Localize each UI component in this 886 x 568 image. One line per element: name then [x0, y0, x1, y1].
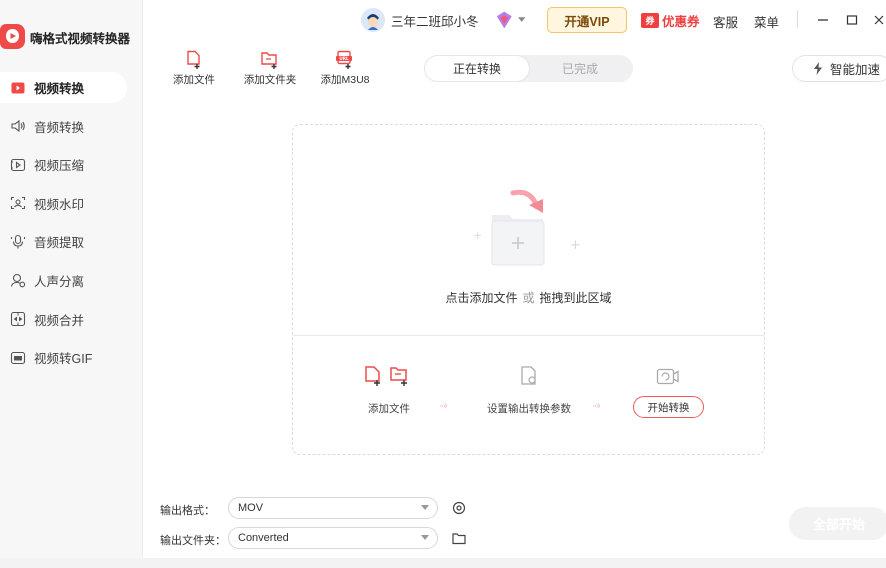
step-add-icons: [363, 365, 411, 387]
status-tabs: 正在转换 已完成: [424, 55, 633, 82]
drop-hint-or: 或: [522, 291, 535, 305]
output-folder-select[interactable]: Converted: [228, 527, 438, 549]
sidebar-item-label: 音频提取: [34, 236, 85, 251]
sidebar-item-audio-convert[interactable]: 音频转换: [0, 111, 143, 142]
add-file-button[interactable]: 添加文件: [164, 50, 224, 87]
title-bar: 三年二班邱小冬 开通VIP 券 优惠券 客服 菜单: [143, 0, 886, 40]
step-settings-label: 设置输出转换参数: [487, 403, 571, 415]
add-m3u8-label: 添加M3U8: [320, 74, 370, 86]
coupon-label: 优惠券: [662, 15, 700, 29]
settings-file-icon: [521, 366, 536, 385]
sidebar-item-video-compress[interactable]: 视频压缩: [0, 149, 143, 180]
smart-accelerate-label: 智能加速: [830, 63, 881, 77]
user-name: 三年二班邱小冬: [391, 14, 479, 29]
add-folder-button[interactable]: 添加文件夹: [240, 50, 300, 87]
maximize-button[interactable]: [842, 10, 862, 30]
drop-hint-click: 点击添加文件: [445, 291, 518, 305]
sidebar-item-video-convert[interactable]: 视频转换: [0, 72, 127, 103]
sidebar-item-label: 视频压缩: [34, 159, 85, 174]
close-button[interactable]: [869, 10, 886, 30]
vip-diamond-icon: [496, 11, 512, 29]
add-file-icon: [365, 366, 380, 386]
sidebar-item-label: 视频转GIF: [34, 352, 93, 367]
minimize-button[interactable]: [813, 10, 833, 30]
format-settings-button[interactable]: [451, 500, 467, 516]
chevron-down-icon: [517, 17, 525, 22]
coupon-button[interactable]: 券 优惠券: [641, 11, 700, 30]
add-folder-icon: [390, 367, 407, 386]
audio-convert-icon: [10, 118, 26, 134]
open-folder-button[interactable]: [451, 530, 467, 546]
sidebar-item-audio-extract[interactable]: 音频提取: [0, 226, 143, 257]
open-vip-button[interactable]: 开通VIP: [547, 7, 627, 33]
sidebar-item-video-watermark[interactable]: 视频水印: [0, 188, 143, 219]
output-format-label: 输出格式：: [160, 505, 215, 517]
sidebar-item-label: 人声分离: [34, 274, 85, 289]
bottom-strip: [0, 558, 886, 568]
step-arrow-2: ···›: [592, 400, 601, 412]
sidebar-item-video-merge[interactable]: 视频合并: [0, 304, 143, 335]
lightning-icon: [814, 62, 822, 75]
smart-accelerate-button[interactable]: 智能加速: [792, 55, 886, 82]
start-convert-button[interactable]: 开始转换: [633, 396, 704, 418]
video-convert-icon: [10, 80, 26, 96]
m3u8-badge: URL: [339, 56, 349, 61]
app-logo-icon: [0, 24, 25, 49]
output-format-select[interactable]: MOV: [228, 497, 438, 519]
menu-link[interactable]: 菜单: [754, 12, 779, 31]
start-all-button[interactable]: 全部开始: [789, 507, 886, 540]
add-m3u8-icon: URL: [336, 50, 352, 69]
folder-icon: [452, 532, 466, 544]
service-link[interactable]: 客服: [713, 12, 738, 31]
chevron-down-icon: [421, 505, 429, 510]
chevron-down-icon: [421, 535, 429, 540]
drop-hint-drag: 拖拽到此区域: [539, 291, 612, 305]
video-gif-icon: [10, 350, 26, 366]
file-drop-zone[interactable]: + + 点击添加文件或拖拽到此区域 添加文件 ···› 设置输出转换参数 ···…: [292, 124, 765, 455]
close-icon: [874, 15, 884, 25]
add-folder-label: 添加文件夹: [243, 74, 297, 86]
add-file-label: 添加文件: [173, 74, 215, 86]
voice-separate-icon: [10, 272, 26, 288]
sidebar-item-label: 音频转换: [34, 120, 85, 135]
title-separator: [797, 10, 798, 28]
convert-video-icon: [656, 368, 679, 385]
sidebar-item-label: 视频合并: [34, 313, 85, 328]
output-folder-label: 输出文件夹：: [160, 535, 226, 547]
video-watermark-icon: [10, 195, 26, 211]
vip-level-badge[interactable]: [495, 8, 525, 32]
output-folder-value: Converted: [238, 532, 289, 544]
add-m3u8-button[interactable]: URL 添加M3U8: [315, 50, 375, 87]
maximize-icon: [846, 15, 858, 25]
svg-text:+: +: [570, 238, 581, 253]
video-merge-icon: [10, 311, 26, 327]
step-add-file-label: 添加文件: [368, 403, 410, 415]
add-folder-icon: [261, 52, 277, 69]
minimize-icon: [818, 19, 828, 21]
drop-folder-illustration[interactable]: + +: [473, 185, 593, 275]
sidebar-nav: 视频转换 音频转换 视频压缩 视频水印 音频提取 人声分离 视频合并 视频转GI…: [0, 72, 143, 381]
sidebar-item-video-gif[interactable]: 视频转GIF: [0, 342, 143, 373]
gear-icon: [452, 501, 466, 515]
drop-hint: 点击添加文件或拖拽到此区域: [293, 289, 764, 306]
svg-text:+: +: [473, 229, 482, 242]
sidebar: 嗨格式视频转换器 视频转换 音频转换 视频压缩 视频水印 音频提取 人声分离 视…: [0, 0, 143, 568]
app-title: 嗨格式视频转换器: [30, 32, 131, 46]
sidebar-item-voice-separate[interactable]: 人声分离: [0, 265, 143, 296]
folder-plus-icon: + +: [473, 189, 581, 266]
sidebar-item-label: 视频水印: [34, 197, 85, 212]
coupon-icon: 券: [641, 13, 659, 28]
user-account[interactable]: 三年二班邱小冬: [361, 8, 479, 32]
step-arrow-1: ···›: [439, 400, 448, 412]
sidebar-item-label: 视频转换: [34, 82, 85, 96]
drop-zone-divider: [293, 335, 764, 336]
tab-converting[interactable]: 正在转换: [425, 56, 529, 81]
avatar: [361, 8, 385, 32]
tab-completed[interactable]: 已完成: [528, 56, 632, 81]
video-compress-icon: [10, 157, 26, 173]
output-format-value: MOV: [238, 502, 264, 514]
audio-extract-icon: [10, 234, 26, 250]
add-file-icon: [187, 50, 200, 69]
